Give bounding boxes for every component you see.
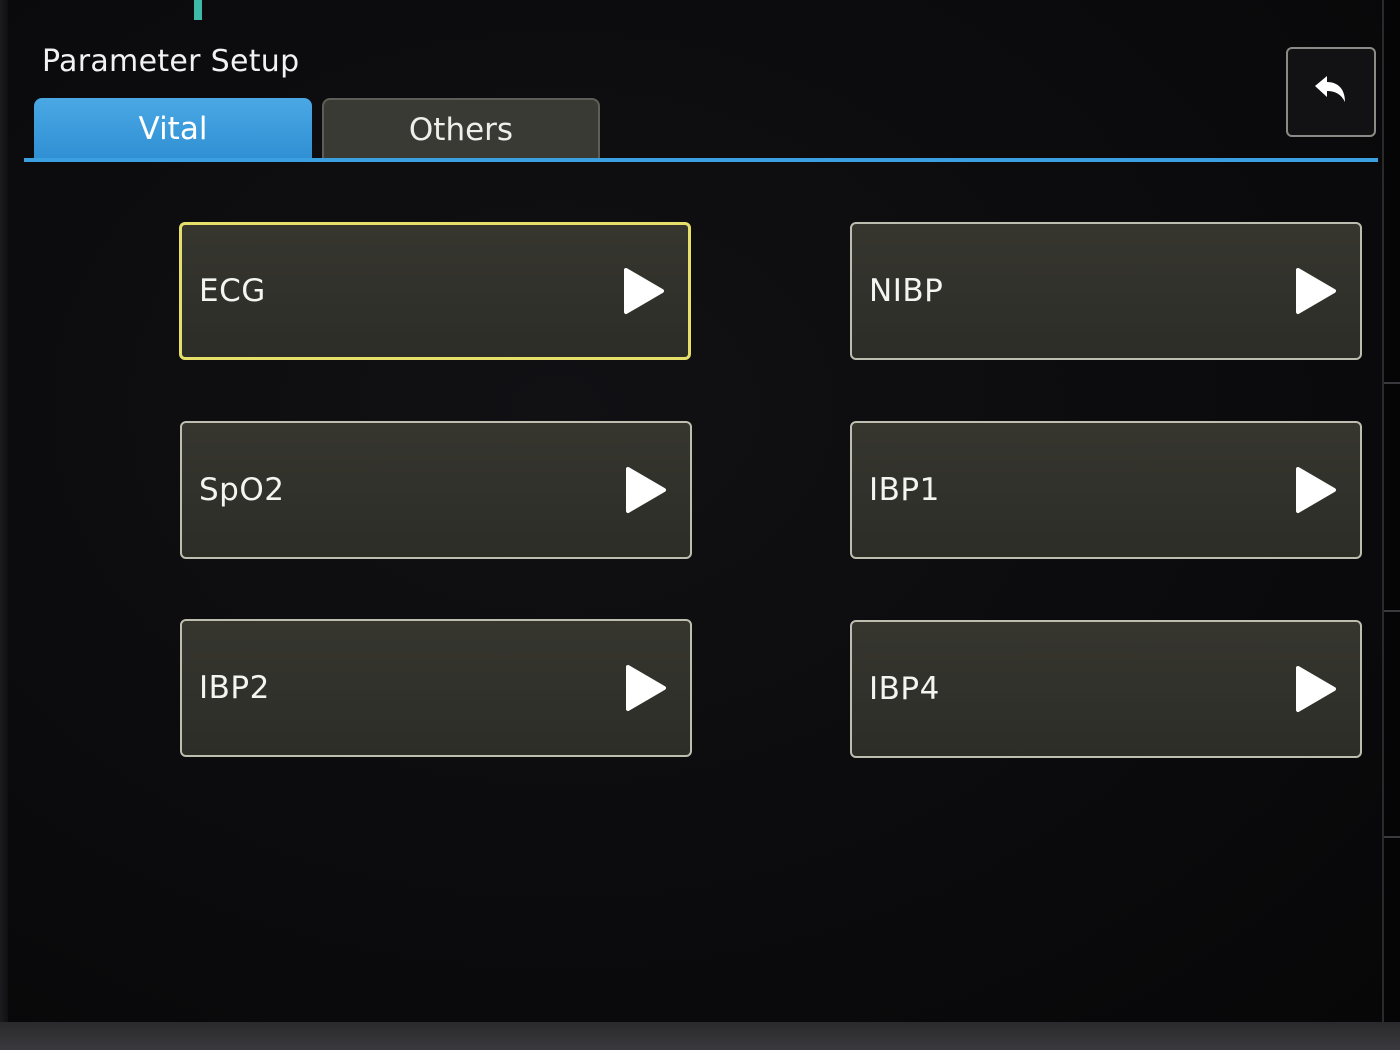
ibp2-button[interactable]: IBP2 (180, 619, 692, 757)
back-button[interactable] (1286, 47, 1376, 137)
nibp-label: NIBP (869, 273, 944, 309)
bezel-bottom (0, 1022, 1400, 1050)
play-arrow-icon (1296, 666, 1336, 712)
ecg-label: ECG (199, 273, 266, 309)
ibp1-label: IBP1 (869, 472, 940, 508)
tab-others[interactable]: Others (322, 98, 600, 160)
bezel-left (0, 0, 8, 1050)
play-arrow-icon (1296, 467, 1336, 513)
back-arrow-icon (1315, 76, 1345, 102)
panel-divider (1384, 836, 1400, 838)
tab-vital[interactable]: Vital (34, 98, 312, 160)
panel-divider (1384, 382, 1400, 384)
ecg-button[interactable]: ECG (179, 222, 691, 360)
play-arrow-icon (624, 268, 664, 314)
monitor-screen: Parameter Setup Vital Others ECG SpO2 IB… (8, 0, 1382, 1022)
nibp-button[interactable]: NIBP (850, 222, 1362, 360)
spo2-label: SpO2 (199, 472, 285, 508)
play-arrow-icon (626, 665, 666, 711)
top-marker (194, 0, 202, 20)
ibp2-label: IBP2 (199, 670, 270, 706)
play-arrow-icon (1296, 268, 1336, 314)
play-arrow-icon (626, 467, 666, 513)
ibp4-label: IBP4 (869, 671, 940, 707)
tab-underline (24, 158, 1378, 162)
right-side-panel (1382, 0, 1400, 1022)
spo2-button[interactable]: SpO2 (180, 421, 692, 559)
ibp1-button[interactable]: IBP1 (850, 421, 1362, 559)
ibp4-button[interactable]: IBP4 (850, 620, 1362, 758)
panel-divider (1384, 610, 1400, 612)
page-title: Parameter Setup (42, 44, 300, 79)
